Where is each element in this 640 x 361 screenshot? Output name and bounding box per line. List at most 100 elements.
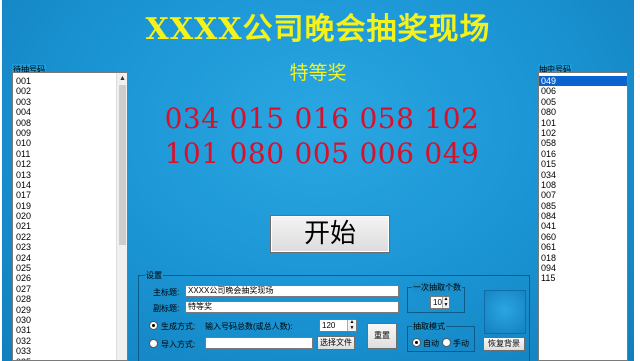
list-item[interactable]: 016 <box>539 149 627 159</box>
result-number: 102 <box>424 102 480 135</box>
per-draw-label: 一次抽取个数 <box>412 282 462 293</box>
import-mode-radio[interactable] <box>149 339 158 348</box>
list-item[interactable]: 049 <box>539 76 627 87</box>
result-number: 015 <box>229 102 285 135</box>
per-draw-value: 10 <box>433 298 442 307</box>
subtitle-input[interactable]: 特等奖 <box>185 301 399 313</box>
list-item[interactable]: 026 <box>16 273 31 283</box>
list-item[interactable]: 061 <box>539 242 627 252</box>
result-number: 049 <box>424 137 480 170</box>
result-row-1: 034 015 016 058 102 <box>152 102 492 135</box>
list-item[interactable]: 115 <box>539 273 627 283</box>
result-number: 080 <box>229 137 285 170</box>
lottery-window: XXXX公司晚会抽奖现场 特等奖 034 015 016 058 102 101 080 0… <box>2 0 634 361</box>
list-item[interactable]: 004 <box>16 107 31 117</box>
import-path-input[interactable] <box>205 337 313 349</box>
list-item[interactable]: 012 <box>16 159 31 169</box>
list-item[interactable]: 006 <box>539 86 627 96</box>
result-number: 058 <box>359 102 415 135</box>
list-item[interactable]: 011 <box>16 149 31 159</box>
import-mode-label: 导入方式: <box>161 340 196 349</box>
list-item[interactable]: 005 <box>539 97 627 107</box>
list-item[interactable]: 022 <box>16 232 31 242</box>
subtitle-label: 副标题: <box>153 304 180 313</box>
draw-mode-group: 抽取模式 自动 手动 <box>407 321 475 352</box>
list-item[interactable]: 108 <box>539 180 627 190</box>
list-item[interactable]: 085 <box>539 201 627 211</box>
stepper-arrows-icon[interactable]: ▲ ▼ <box>442 296 449 308</box>
main-title: XXXX公司晚会抽奖现场 <box>145 12 491 47</box>
list-item[interactable]: 002 <box>16 86 31 96</box>
generate-mode-radio[interactable] <box>149 321 158 330</box>
list-item[interactable]: 013 <box>16 170 31 180</box>
winners-list[interactable]: 049 006 005 080 101 102 058 016 015 034 108 007 085 0… <box>538 72 628 361</box>
list-item[interactable]: 009 <box>16 128 31 138</box>
result-number: 034 <box>164 102 220 135</box>
total-count-stepper[interactable]: 120 ▲ ▼ <box>319 319 357 332</box>
list-item[interactable]: 029 <box>16 305 31 315</box>
winner-items: 049 006 005 080 101 102 058 016 015 034 108 007 085 0… <box>539 76 627 284</box>
list-item[interactable]: 094 <box>539 263 627 273</box>
total-count-label: 输入号码总数(或总人数): <box>205 322 293 331</box>
list-item[interactable]: 018 <box>539 253 627 263</box>
result-number: 016 <box>294 102 350 135</box>
settings-panel: 设置 主标题: XXXX公司晚会抽奖现场 副标题: 特等奖 生成方式: 输入号码… <box>138 270 530 361</box>
scroll-thumb[interactable] <box>119 85 126 245</box>
result-number: 101 <box>164 137 220 170</box>
list-item[interactable]: 028 <box>16 294 31 304</box>
pending-numbers-list[interactable]: 001 002 003 004 008 009 010 011 012 013 014 017 019 0… <box>12 72 128 361</box>
list-item[interactable]: 084 <box>539 211 627 221</box>
list-item[interactable]: 001 <box>16 76 31 86</box>
scroll-up-arrow-icon[interactable]: ▲ <box>117 74 127 84</box>
list-item[interactable]: 035 <box>16 357 31 360</box>
generate-mode-label: 生成方式: <box>161 322 196 331</box>
pending-items: 001 002 003 004 008 009 010 011 012 013 014 017 019 0… <box>16 76 31 360</box>
per-draw-group: 一次抽取个数 10 ▲ ▼ <box>407 282 465 313</box>
list-item[interactable]: 101 <box>539 118 627 128</box>
list-item[interactable]: 024 <box>16 253 31 263</box>
list-item[interactable]: 031 <box>16 325 31 335</box>
list-item[interactable]: 021 <box>16 221 31 231</box>
manual-mode-label: 手动 <box>453 339 469 348</box>
draw-mode-label: 抽取模式 <box>412 321 446 332</box>
restore-background-button[interactable]: 恢复背景 <box>483 337 525 351</box>
total-count-value: 120 <box>322 321 336 330</box>
list-item[interactable]: 017 <box>16 190 31 200</box>
pending-list-scrollbar[interactable]: ▲ <box>116 73 127 360</box>
per-draw-stepper[interactable]: 10 ▲ ▼ <box>430 296 450 309</box>
result-number: 005 <box>294 137 350 170</box>
list-item[interactable]: 023 <box>16 242 31 252</box>
result-row-2: 101 080 005 006 049 <box>152 137 492 170</box>
list-item[interactable]: 034 <box>539 170 627 180</box>
list-item[interactable]: 010 <box>16 138 31 148</box>
list-item[interactable]: 080 <box>539 107 627 117</box>
list-item[interactable]: 027 <box>16 284 31 294</box>
list-item[interactable]: 015 <box>539 159 627 169</box>
list-item[interactable]: 007 <box>539 190 627 200</box>
list-item[interactable]: 032 <box>16 336 31 346</box>
list-item[interactable]: 008 <box>16 118 31 128</box>
main-title-input[interactable]: XXXX公司晚会抽奖现场 <box>185 285 399 297</box>
list-item[interactable]: 041 <box>539 221 627 231</box>
list-item[interactable]: 014 <box>16 180 31 190</box>
stepper-arrows-icon[interactable]: ▲ ▼ <box>347 319 356 331</box>
result-number: 006 <box>359 137 415 170</box>
background-preview-image[interactable] <box>484 290 526 334</box>
list-item[interactable]: 030 <box>16 315 31 325</box>
list-item[interactable]: 019 <box>16 201 31 211</box>
list-item[interactable]: 033 <box>16 346 31 356</box>
main-title-label: 主标题: <box>153 288 180 297</box>
list-item[interactable]: 025 <box>16 263 31 273</box>
settings-label: 设置 <box>145 270 163 281</box>
start-button[interactable]: 开始 <box>270 215 390 253</box>
list-item[interactable]: 060 <box>539 232 627 242</box>
list-item[interactable]: 102 <box>539 128 627 138</box>
auto-mode-radio[interactable] <box>412 338 421 347</box>
manual-mode-radio[interactable] <box>442 338 451 347</box>
list-item[interactable]: 058 <box>539 138 627 148</box>
list-item[interactable]: 020 <box>16 211 31 221</box>
auto-mode-label: 自动 <box>423 339 439 348</box>
choose-file-button[interactable]: 选择文件 <box>317 336 355 350</box>
list-item[interactable]: 003 <box>16 97 31 107</box>
reset-button[interactable]: 重置 <box>367 323 397 349</box>
